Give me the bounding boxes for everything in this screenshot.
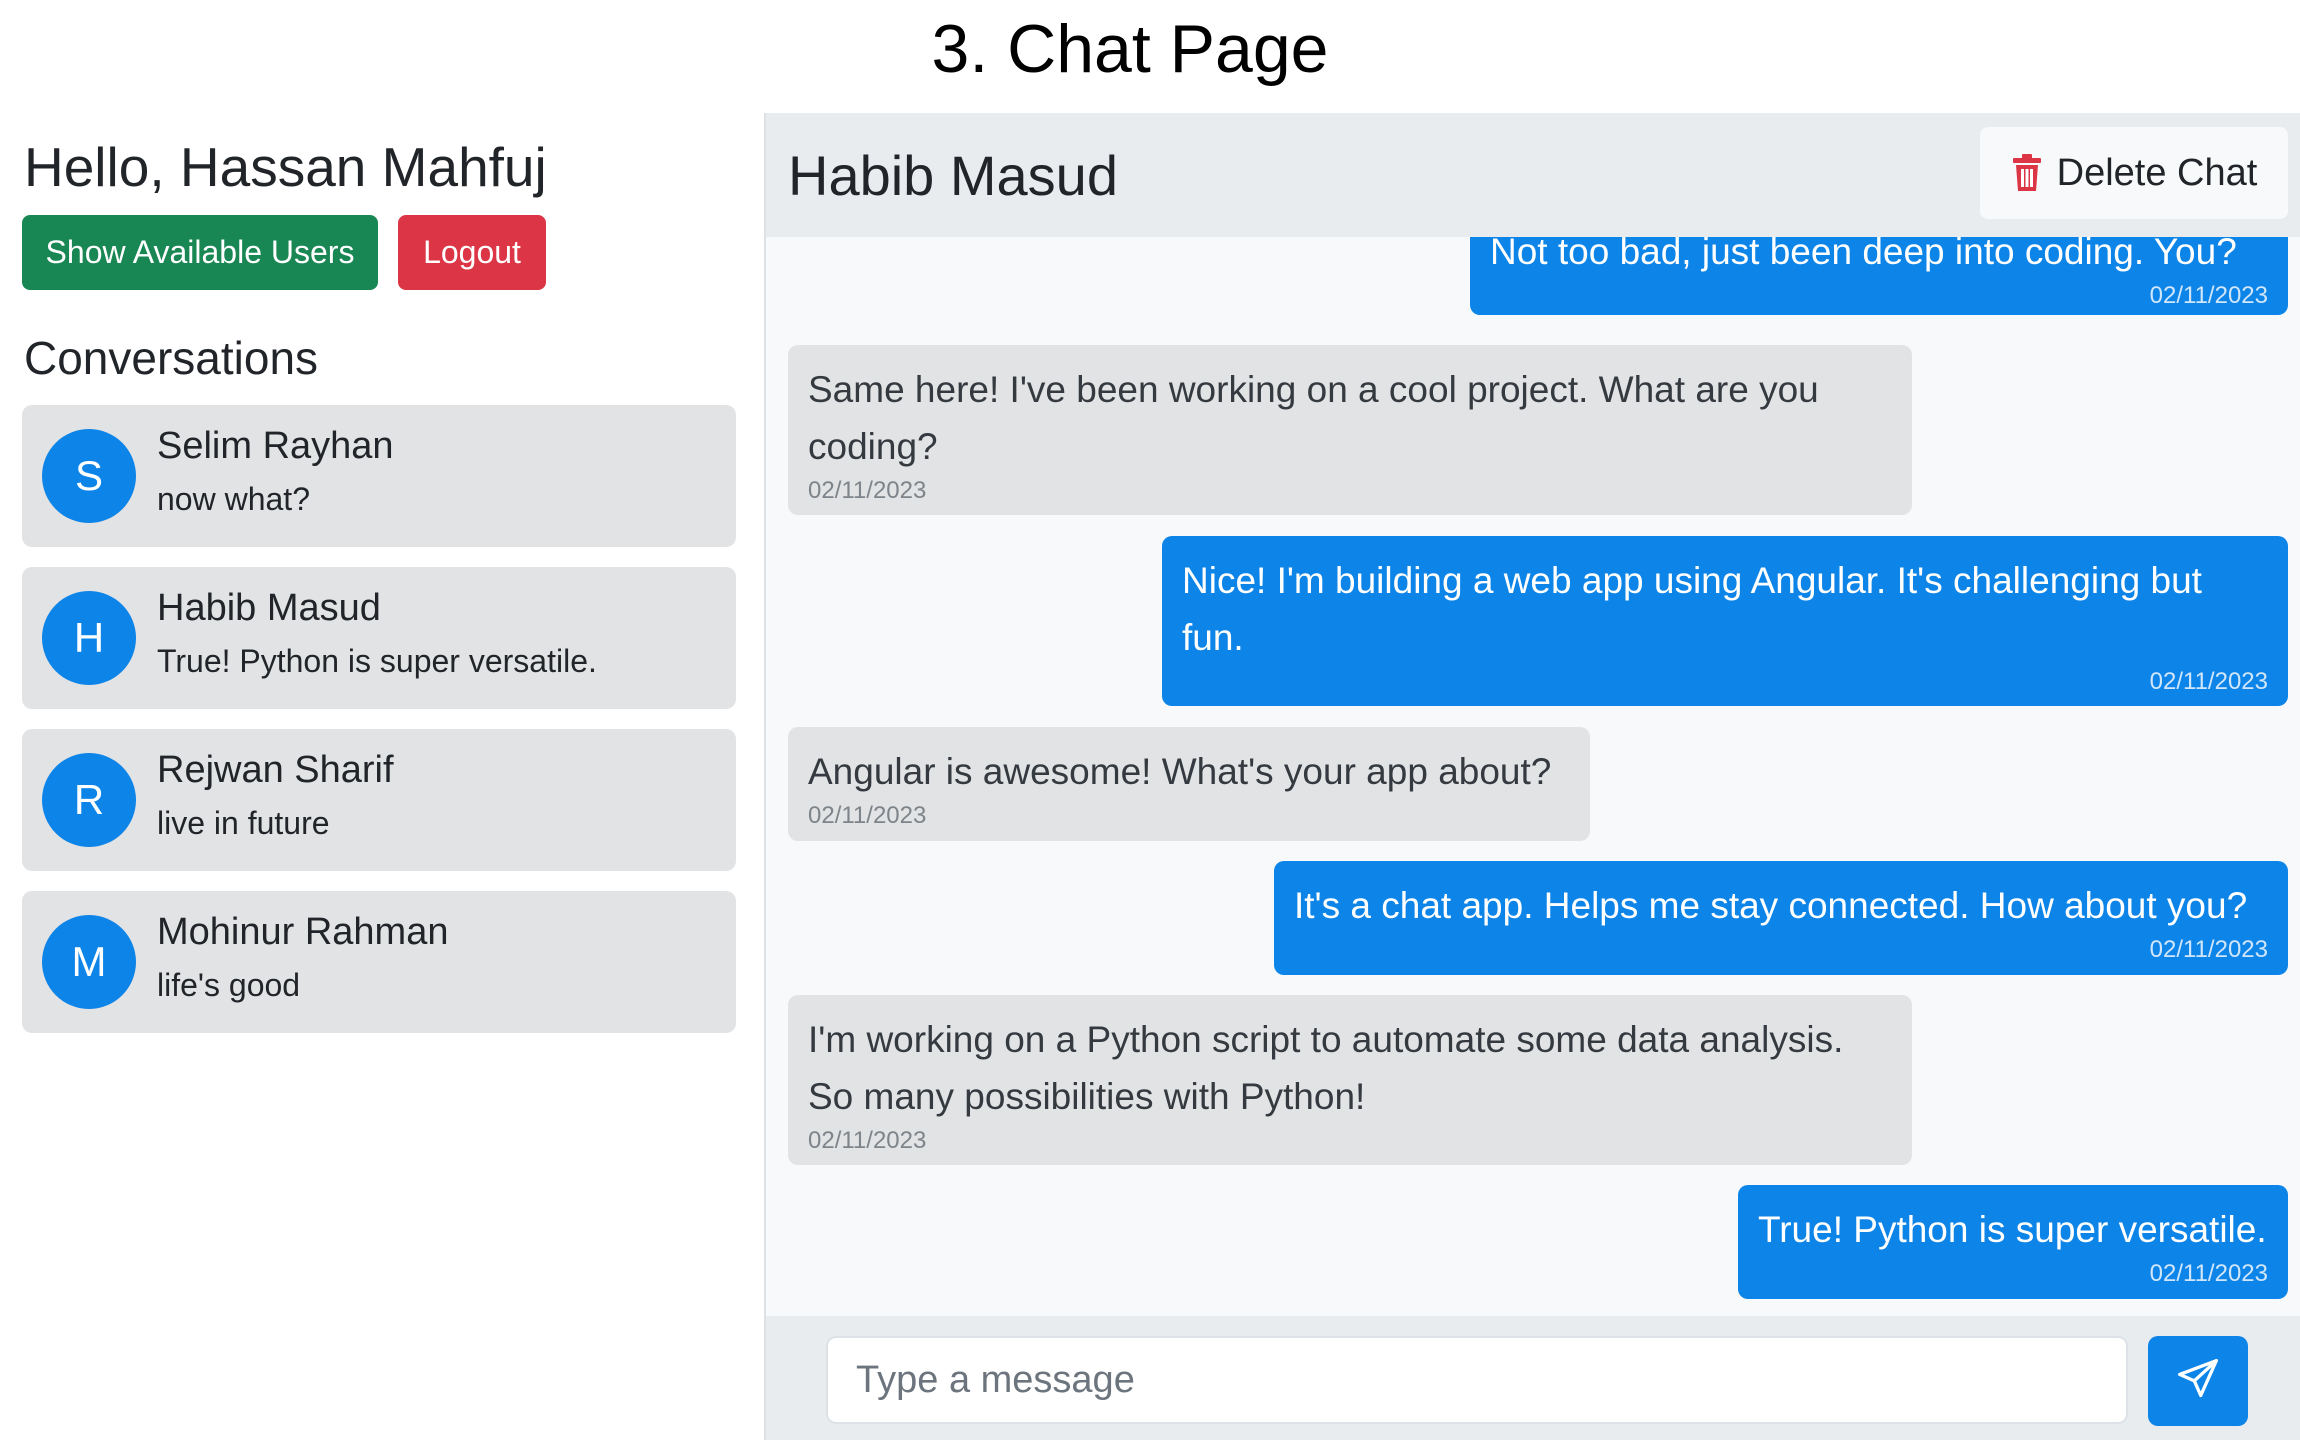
conversation-item[interactable]: R Rejwan Sharif live in future [22,729,736,871]
avatar: S [42,429,136,523]
message-time: 02/11/2023 [2149,936,2268,963]
message-text: I'm working on a Python script to automa… [808,1019,1844,1117]
message-time: 02/11/2023 [2149,282,2268,309]
conversation-last-message: now what? [157,481,310,517]
message-text: True! Python is super versatile. [1758,1209,2267,1250]
message-time: 02/11/2023 [808,802,927,829]
message-incoming: Angular is awesome! What's your app abou… [788,727,1590,841]
logout-button[interactable]: Logout [398,215,546,290]
conversation-item[interactable]: M Mohinur Rahman life's good [22,891,736,1033]
conversation-last-message: live in future [157,805,330,841]
send-button[interactable] [2148,1336,2248,1426]
avatar: R [42,753,136,847]
conversation-last-message: True! Python is super versatile. [157,643,597,679]
avatar: H [42,591,136,685]
trash-icon [2011,154,2043,192]
conversation-name: Mohinur Rahman [157,911,449,953]
message-list: Not too bad, just been deep into coding.… [766,207,2300,1432]
message-outgoing: Nice! I'm building a web app using Angul… [1162,536,2288,706]
message-text: Nice! I'm building a web app using Angul… [1182,560,2202,658]
message-time: 02/11/2023 [2149,668,2268,695]
message-incoming: I'm working on a Python script to automa… [788,995,1912,1165]
message-text: Same here! I've been working on a cool p… [808,369,1819,467]
message-incoming: Same here! I've been working on a cool p… [788,345,1912,515]
page-caption: 3. Chat Page [931,11,1329,87]
message-text: Angular is awesome! What's your app abou… [808,751,1552,792]
conversation-last-message: life's good [157,967,301,1003]
conversation-item[interactable]: S Selim Rayhan now what? [22,405,736,547]
delete-chat-label: Delete Chat [2056,151,2258,194]
message-time: 02/11/2023 [2149,1260,2268,1287]
message-input[interactable] [826,1336,2128,1424]
send-icon [2176,1357,2220,1406]
sidebar: Hello, Hassan Mahfuj Show Available User… [22,113,736,1433]
show-available-users-button[interactable]: Show Available Users [22,215,378,290]
message-text: It's a chat app. Helps me stay connected… [1294,885,2248,926]
chat-title: Habib Masud [788,144,1118,207]
delete-chat-button[interactable]: Delete Chat [1980,127,2288,219]
conversation-item[interactable]: H Habib Masud True! Python is super vers… [22,567,736,709]
conversation-name: Habib Masud [157,587,381,629]
conversation-list: S Selim Rayhan now what? H Habib Masud T… [22,405,736,1053]
conversation-name: Selim Rayhan [157,425,394,467]
conversations-heading: Conversations [24,332,319,384]
message-outgoing: True! Python is super versatile. 02/11/2… [1738,1185,2288,1299]
message-outgoing: It's a chat app. Helps me stay connected… [1274,861,2288,975]
message-time: 02/11/2023 [808,477,927,504]
conversation-name: Rejwan Sharif [157,749,394,791]
message-text: Not too bad, just been deep into coding.… [1490,231,2237,272]
chat-panel: Habib Masud Delete Chat Not too bad, jus… [764,113,2300,1440]
chat-header: Habib Masud Delete Chat [766,113,2300,237]
message-composer [766,1316,2300,1440]
message-time: 02/11/2023 [808,1127,927,1154]
greeting: Hello, Hassan Mahfuj [24,136,547,198]
avatar: M [42,915,136,1009]
